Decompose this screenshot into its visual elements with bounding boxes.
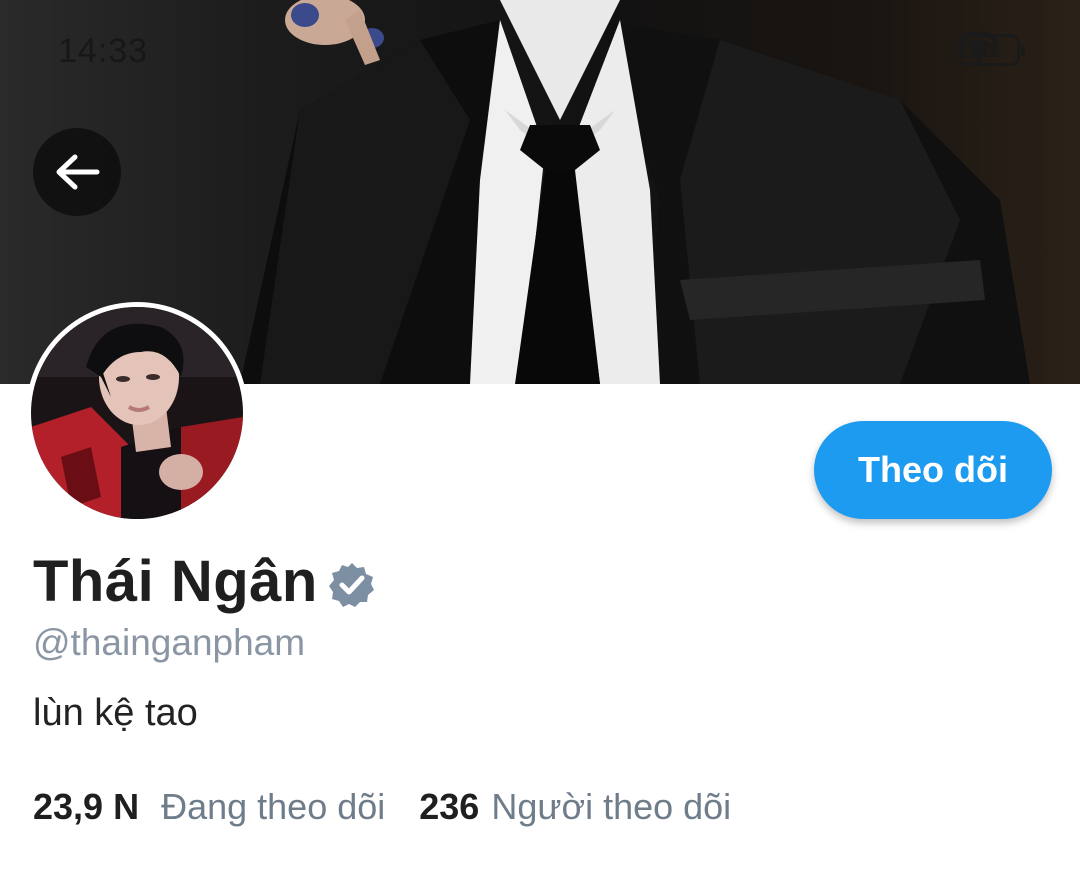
follow-button[interactable]: Theo dõi bbox=[814, 421, 1052, 519]
name-row: Thái Ngân bbox=[33, 548, 376, 615]
status-icons: 54 bbox=[958, 30, 1025, 70]
following-stat-link[interactable]: 23,9 N Đang theo dõi bbox=[33, 786, 385, 828]
followers-count: 236 bbox=[419, 786, 480, 827]
profile-avatar[interactable] bbox=[26, 302, 248, 524]
followers-label: Người theo dõi bbox=[491, 786, 732, 827]
battery-level: 54 bbox=[976, 37, 1002, 62]
avatar-photo bbox=[31, 307, 243, 519]
following-count: 23,9 N bbox=[33, 786, 140, 827]
username-handle: @thainganpham bbox=[33, 622, 306, 663]
display-name: Thái Ngân bbox=[33, 549, 318, 614]
profile-screen: 14:33 54 Theo dõi Thái Ngân @thainganpha… bbox=[0, 0, 1080, 886]
back-button[interactable] bbox=[33, 128, 121, 216]
battery-icon: 54 bbox=[958, 34, 1025, 66]
verified-badge-icon[interactable] bbox=[328, 561, 376, 609]
profile-bio: lùn kệ tao bbox=[33, 692, 198, 734]
status-time: 14:33 bbox=[58, 32, 149, 70]
follow-stats: 23,9 N Đang theo dõi 236 Người theo dõi bbox=[33, 786, 731, 828]
followers-stat-link[interactable]: 236 Người theo dõi bbox=[419, 786, 731, 828]
arrow-left-icon bbox=[56, 154, 100, 190]
following-label: Đang theo dõi bbox=[161, 786, 386, 827]
status-bar: 14:33 54 bbox=[0, 0, 1080, 100]
